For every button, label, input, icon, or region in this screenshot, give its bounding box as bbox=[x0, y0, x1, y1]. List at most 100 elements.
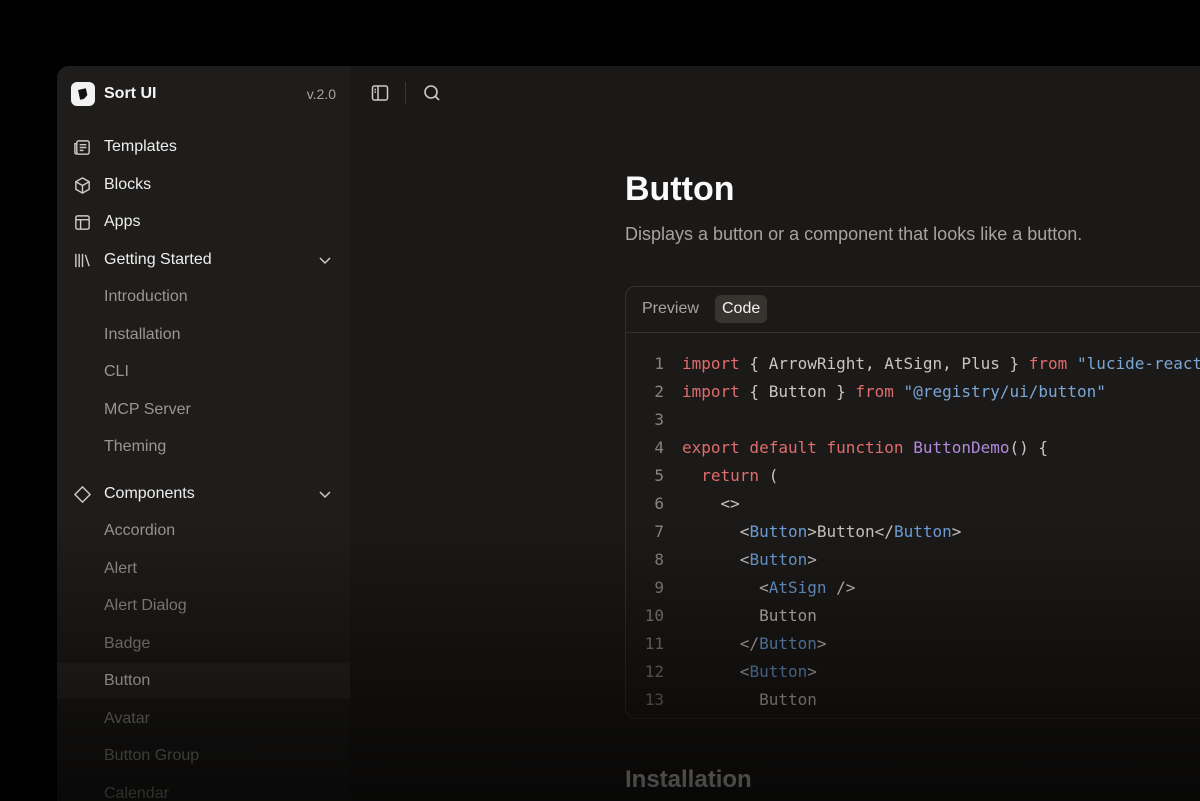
sidebar-group-label: Components bbox=[104, 485, 195, 502]
app-window: Sort UI v.2.0 Templates Blocks Apps Gett… bbox=[57, 66, 1200, 801]
sidebar-item-alert-dialog[interactable]: Alert Dialog bbox=[57, 588, 350, 624]
code-token: Button bbox=[749, 522, 808, 541]
code-token: Button bbox=[682, 690, 817, 709]
sidebar-item-label: Installation bbox=[104, 326, 181, 343]
sidebar-item-calendar[interactable]: Calendar bbox=[57, 776, 350, 801]
code-token: Button bbox=[749, 662, 808, 681]
code-token: < bbox=[682, 662, 750, 681]
sidebar-item-badge[interactable]: Badge bbox=[57, 626, 350, 662]
code-token: { ArrowRight, AtSign, Plus } bbox=[739, 354, 1029, 373]
sidebar-item-label: Button bbox=[104, 672, 151, 689]
code-token: Button bbox=[749, 550, 808, 569]
brand[interactable]: Sort UI v.2.0 bbox=[71, 82, 336, 106]
line-number: 4 bbox=[654, 438, 664, 457]
line-number: 3 bbox=[654, 410, 664, 429]
main-content: Button Displays a button or a component … bbox=[350, 66, 1200, 801]
code-line: 3 bbox=[626, 406, 1200, 434]
sidebar-item-label: Accordion bbox=[104, 522, 176, 539]
search-button[interactable] bbox=[421, 82, 443, 104]
sidebar-item-label: Avatar bbox=[104, 710, 150, 727]
code-token: "@registry/ui/button" bbox=[893, 382, 1106, 401]
sidebar-item-label: Blocks bbox=[104, 176, 152, 193]
toolbar-divider bbox=[405, 82, 406, 104]
sidebar-item-label: MCP Server bbox=[104, 401, 191, 418]
code-line: 7 <Button>Button</Button> bbox=[626, 518, 1200, 546]
code-token: > bbox=[807, 550, 817, 569]
sidebar-group-components[interactable]: Components bbox=[57, 476, 350, 512]
sidebar-item-theming[interactable]: Theming bbox=[57, 429, 350, 465]
line-number: 6 bbox=[654, 494, 664, 513]
code-line: 5 return ( bbox=[626, 462, 1200, 490]
sidebar-item-button[interactable]: Button bbox=[57, 663, 350, 699]
page-description: Displays a button or a component that lo… bbox=[625, 224, 1083, 244]
code-token: ButtonDemo bbox=[903, 438, 1010, 457]
code-token: { Button } bbox=[739, 382, 856, 401]
line-number: 13 bbox=[644, 690, 664, 709]
tab-preview[interactable]: Preview bbox=[635, 295, 706, 323]
section-title-installation: Installation bbox=[625, 766, 752, 793]
tab-code[interactable]: Code bbox=[715, 295, 768, 323]
line-number: 10 bbox=[644, 606, 664, 625]
sidebar-item-label: Button Group bbox=[104, 747, 200, 764]
sidebar-group-label: Getting Started bbox=[104, 251, 212, 268]
code-token: /> bbox=[826, 578, 856, 597]
sidebar-item-mcp-server[interactable]: MCP Server bbox=[57, 392, 350, 428]
library-icon bbox=[75, 253, 90, 268]
sidebar-item-label: Theming bbox=[104, 438, 167, 455]
sidebar-item-label: Apps bbox=[104, 213, 141, 230]
code-token: > bbox=[951, 522, 962, 541]
sidebar-item-label: Introduction bbox=[104, 288, 188, 305]
code-token: >Button</ bbox=[807, 522, 894, 541]
sidebar-item-templates[interactable]: Templates bbox=[57, 129, 350, 165]
code-token: "lucide-react" bbox=[1067, 354, 1200, 373]
sidebar-item-button-group[interactable]: Button Group bbox=[57, 738, 350, 774]
brand-name: Sort UI bbox=[104, 85, 157, 102]
chevron-down-icon[interactable] bbox=[318, 487, 332, 501]
code-token: from bbox=[855, 382, 894, 401]
sidebar: Sort UI v.2.0 Templates Blocks Apps Gett… bbox=[57, 66, 350, 801]
sidebar-item-introduction[interactable]: Introduction bbox=[57, 279, 350, 315]
code-line: 2 import { Button } from "@registry/ui/bu… bbox=[626, 378, 1200, 406]
sidebar-item-blocks[interactable]: Blocks bbox=[57, 167, 350, 203]
code-line: 10 Button bbox=[626, 602, 1200, 630]
sidebar-item-label: Templates bbox=[104, 138, 177, 155]
page-title: Button bbox=[625, 170, 735, 208]
newspaper-icon bbox=[74, 140, 90, 155]
code-token: import bbox=[682, 354, 740, 373]
sidebar-item-installation[interactable]: Installation bbox=[57, 317, 350, 353]
code-token: from bbox=[1028, 354, 1068, 373]
line-number: 8 bbox=[654, 550, 664, 569]
box-icon bbox=[75, 177, 90, 194]
layout-icon bbox=[75, 215, 90, 230]
code-line: 13 Button bbox=[626, 686, 1200, 714]
diamond-icon bbox=[73, 485, 92, 504]
line-number: 2 bbox=[654, 382, 664, 401]
line-number: 9 bbox=[654, 578, 664, 597]
sidebar-group-getting-started[interactable]: Getting Started bbox=[57, 242, 350, 278]
version-label: v.2.0 bbox=[306, 86, 336, 102]
line-number: 1 bbox=[654, 354, 664, 373]
code-token: Button bbox=[759, 634, 817, 653]
chevron-down-icon[interactable] bbox=[318, 253, 332, 267]
sidebar-item-alert[interactable]: Alert bbox=[57, 551, 350, 587]
code-token: < bbox=[682, 522, 750, 541]
code-line: 12 <Button> bbox=[626, 658, 1200, 686]
sidebar-item-avatar[interactable]: Avatar bbox=[57, 701, 350, 737]
tab-bar: Preview Code bbox=[626, 287, 1200, 333]
code-line: 8 <Button> bbox=[626, 546, 1200, 574]
sidebar-item-cli[interactable]: CLI bbox=[57, 354, 350, 390]
code-token: () { bbox=[1009, 438, 1049, 457]
sidebar-item-label: Calendar bbox=[104, 785, 169, 801]
search-icon bbox=[424, 85, 440, 101]
sidebar-item-apps[interactable]: Apps bbox=[57, 204, 350, 240]
sidebar-item-accordion[interactable]: Accordion bbox=[57, 513, 350, 549]
code-token: > bbox=[807, 662, 817, 681]
code-token: Button bbox=[682, 606, 817, 625]
code-token: return bbox=[682, 466, 760, 485]
code-token: < bbox=[682, 550, 750, 569]
code-token: AtSign bbox=[768, 578, 827, 597]
sidebar-toggle-button[interactable] bbox=[369, 82, 391, 104]
panel-left-icon bbox=[371, 85, 389, 101]
code-line: 11 </Button> bbox=[626, 630, 1200, 658]
code-line: 9 <AtSign /> bbox=[626, 574, 1200, 602]
